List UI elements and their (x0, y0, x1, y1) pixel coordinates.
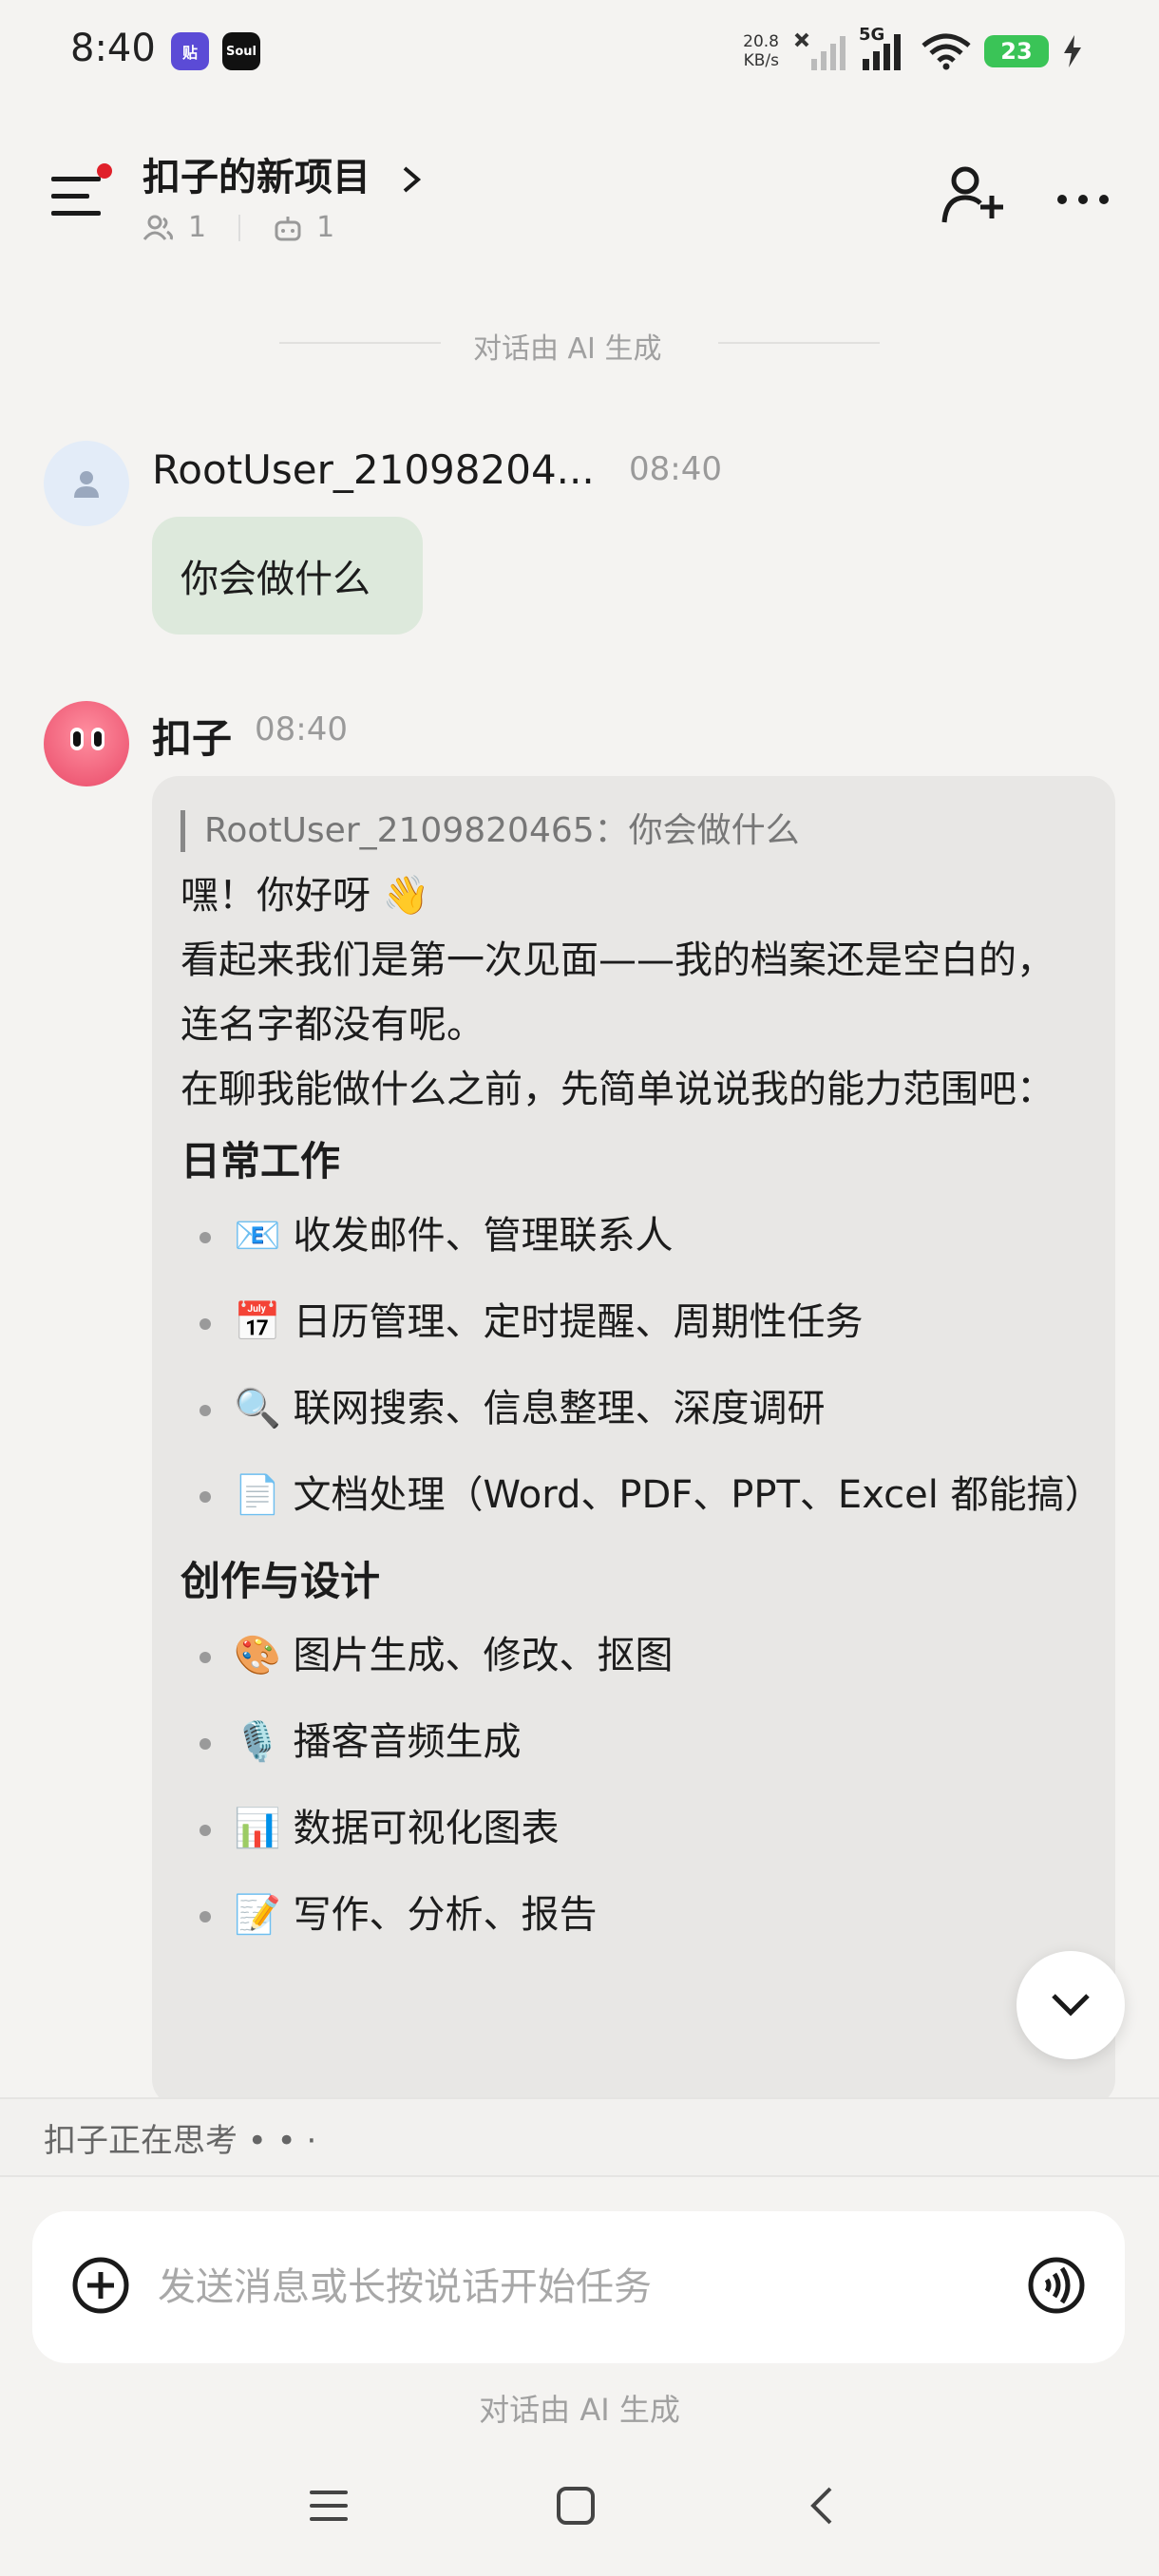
no-signal-icon (794, 32, 846, 70)
nav-back-button[interactable] (775, 2470, 870, 2542)
battery-indicator: 23 (984, 35, 1049, 67)
add-attachment-button[interactable] (70, 2255, 131, 2320)
net-speed: 20.8 KB/s (743, 32, 779, 70)
section-list: 📧 收发邮件、管理联系人 📅 日历管理、定时提醒、周期性任务 🔍 联网搜索、信息… (180, 1203, 1103, 1527)
thinking-text: 扣子正在思考 • • · (44, 2121, 317, 2160)
intro-line: 看起来我们是第一次见面——我的档案还是空白的，连名字都没有呢。 (180, 938, 1054, 1047)
project-title-button[interactable]: 扣子的新项目 (142, 146, 426, 201)
quoted-message: RootUser_2109820465：你会做什么 (180, 810, 1087, 852)
section-list: 🎨 图片生成、修改、抠图 🎙️ 播客音频生成 📊 数据可视化图表 📝 写作、分析… (180, 1623, 1087, 1947)
add-user-icon (941, 166, 1003, 223)
project-stats: 1 1 (142, 211, 334, 244)
list-item: 📝 写作、分析、报告 (180, 1883, 1087, 1947)
app1-label: 贴 (181, 44, 198, 62)
add-member-button[interactable] (940, 163, 1007, 232)
ai-notice: 对话由 AI 生成 (473, 332, 662, 366)
chevron-right-icon (403, 166, 422, 193)
more-button[interactable] (1054, 182, 1112, 220)
nav-menu-button[interactable] (281, 2470, 376, 2542)
tieba-app-icon: 贴 (171, 32, 209, 70)
more-icon (1057, 195, 1109, 204)
divider-right (718, 342, 880, 344)
thinking-status: 扣子正在思考 • • · (0, 2097, 1159, 2177)
bot-eye-left (70, 728, 84, 750)
bot-icon (275, 216, 301, 240)
status-time: 8:40 (70, 27, 156, 70)
user-avatar[interactable] (44, 441, 129, 526)
app2-label: Soul (225, 44, 256, 59)
members-count: 1 (188, 211, 207, 244)
nav-home-button[interactable] (528, 2470, 623, 2542)
wifi-icon (922, 33, 971, 70)
list-item: 🎙️ 播客音频生成 (180, 1710, 1087, 1774)
bot-message-time: 08:40 (255, 710, 348, 748)
intro-line: 在聊我能做什么之前，先简单说说我的能力范围吧： (180, 1068, 1054, 1111)
menu-button[interactable] (48, 163, 112, 220)
bot-eye-right (91, 728, 104, 750)
user-message-bubble[interactable]: 你会做什么 (152, 517, 423, 635)
list-item: 🔍 联网搜索、信息整理、深度调研 (180, 1376, 1087, 1441)
bottom-ai-notice: 对话由 AI 生成 (479, 2392, 680, 2428)
nav-menu-icon (310, 2491, 348, 2521)
soul-app-icon: Soul (222, 32, 260, 70)
voice-wave-icon (1028, 2257, 1085, 2314)
section-heading: 日常工作 (180, 1138, 341, 1184)
project-title: 扣子的新项目 (142, 156, 370, 199)
intro-line: 嘿！你好呀 👋 (180, 874, 430, 918)
list-item: 🎨 图片生成、修改、抠图 (180, 1623, 1087, 1688)
message-composer (32, 2211, 1125, 2363)
list-item: 📧 收发邮件、管理联系人 (180, 1203, 1087, 1268)
user-message-time: 08:40 (629, 450, 722, 488)
status-indicators: 20.8 KB/s 5G 23 (743, 25, 1083, 78)
nav-home-icon (557, 2487, 595, 2525)
battery-level: 23 (1000, 38, 1033, 65)
charging-icon (1064, 35, 1081, 67)
bot-sender-name: 扣子 (152, 715, 233, 762)
divider-left (279, 342, 441, 344)
stats-divider (238, 214, 241, 241)
section-heading: 创作与设计 (180, 1558, 381, 1604)
message-input[interactable] (158, 2265, 1026, 2309)
scroll-to-bottom-button[interactable] (1016, 1951, 1125, 2059)
signal-5g-icon: 5G (859, 25, 908, 72)
voice-input-button[interactable] (1026, 2255, 1087, 2320)
net-speed-value: 20.8 (743, 32, 779, 51)
list-item: 📅 日历管理、定时提醒、周期性任务 (180, 1290, 1087, 1354)
bot-avatar[interactable] (44, 701, 129, 786)
list-item: 📄 文档处理（Word、PDF、PPT、Excel 都能搞） (180, 1463, 1103, 1527)
list-item: 📊 数据可视化图表 (180, 1796, 1087, 1861)
members-icon (142, 215, 173, 240)
user-sender-name: RootUser_21098204... (152, 446, 595, 493)
net-speed-unit: KB/s (743, 51, 779, 70)
chevron-down-icon (1052, 1994, 1090, 2017)
user-message-text: 你会做什么 (180, 558, 370, 601)
user-icon (74, 471, 99, 498)
notification-dot (97, 163, 112, 179)
nav-back-icon (810, 2487, 832, 2525)
plus-circle-icon (72, 2257, 129, 2314)
bot-message-bubble[interactable]: RootUser_2109820465：你会做什么 嘿！你好呀 👋 看起来我们是… (152, 776, 1115, 2106)
bots-count: 1 (316, 211, 335, 244)
